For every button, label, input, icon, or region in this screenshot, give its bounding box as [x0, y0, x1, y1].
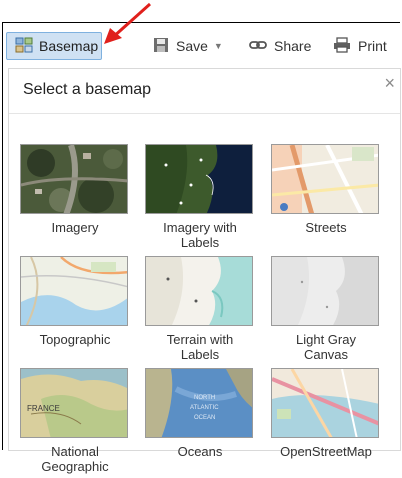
save-button-label: Save: [176, 38, 208, 54]
toolbar: Basemap Save ▼ Share Print: [3, 23, 400, 68]
save-button[interactable]: Save ▼: [153, 32, 223, 60]
basemap-label: Topographic: [39, 332, 111, 347]
basemap-tile-imagery[interactable]: Imagery: [19, 144, 131, 254]
basemap-button-label: Basemap: [39, 38, 99, 54]
basemap-label: National Geographic: [41, 444, 109, 474]
close-icon[interactable]: ×: [384, 74, 395, 92]
basemap-label: Imagery with Labels: [163, 220, 237, 250]
basemap-label: Oceans: [177, 444, 223, 459]
print-icon: [333, 36, 351, 56]
openstreetmap-thumbnail: [271, 368, 379, 438]
basemap-label: Streets: [305, 220, 347, 235]
divider: [9, 113, 400, 114]
svg-text:ATLANTIC: ATLANTIC: [190, 405, 219, 411]
basemap-tile-terrain-with-labels[interactable]: Terrain with Labels: [144, 256, 256, 366]
national-geographic-thumbnail: FRANCE: [20, 368, 128, 438]
basemap-button[interactable]: Basemap: [6, 32, 102, 60]
basemap-label: OpenStreetMap: [280, 444, 372, 459]
annotation-arrow: [104, 2, 152, 44]
basemap-tile-national-geographic[interactable]: FRANCE National Geographic: [19, 368, 131, 478]
imagery-thumbnail: [20, 144, 128, 214]
print-button[interactable]: Print: [333, 32, 387, 60]
basemap-label: Imagery: [51, 220, 99, 235]
basemap-tile-openstreetmap[interactable]: OpenStreetMap: [270, 368, 382, 478]
chevron-down-icon: ▼: [213, 41, 223, 51]
basemap-label: Terrain with Labels: [166, 332, 234, 362]
imagery-with-labels-thumbnail: [145, 144, 253, 214]
oceans-thumbnail: NORTH ATLANTIC OCEAN: [145, 368, 253, 438]
basemap-tile-streets[interactable]: Streets: [270, 144, 382, 254]
print-button-label: Print: [358, 38, 387, 54]
panel-title: Select a basemap: [23, 81, 152, 98]
terrain-with-labels-thumbnail: [145, 256, 253, 326]
svg-text:FRANCE: FRANCE: [27, 404, 60, 413]
basemap-label: Light Gray Canvas: [296, 332, 356, 362]
basemap-tile-imagery-with-labels[interactable]: Imagery with Labels: [144, 144, 256, 254]
light-gray-canvas-thumbnail: [271, 256, 379, 326]
share-button-label: Share: [274, 38, 312, 54]
streets-thumbnail: [271, 144, 379, 214]
topographic-thumbnail: [20, 256, 128, 326]
basemap-tile-light-gray-canvas[interactable]: Light Gray Canvas: [270, 256, 382, 366]
map-viewer-frame: Basemap Save ▼ Share Print Select a base…: [2, 22, 401, 474]
svg-text:OCEAN: OCEAN: [194, 415, 215, 421]
basemap-gallery-panel: Select a basemap × Imagery Imagery with …: [8, 68, 401, 474]
basemap-tile-oceans[interactable]: NORTH ATLANTIC OCEAN Oceans: [144, 368, 256, 478]
basemap-grid-icon: [15, 37, 33, 56]
basemap-tile-topographic[interactable]: Topographic: [19, 256, 131, 366]
share-link-icon: [249, 38, 267, 54]
share-button[interactable]: Share: [249, 32, 311, 60]
svg-text:NORTH: NORTH: [194, 395, 215, 401]
